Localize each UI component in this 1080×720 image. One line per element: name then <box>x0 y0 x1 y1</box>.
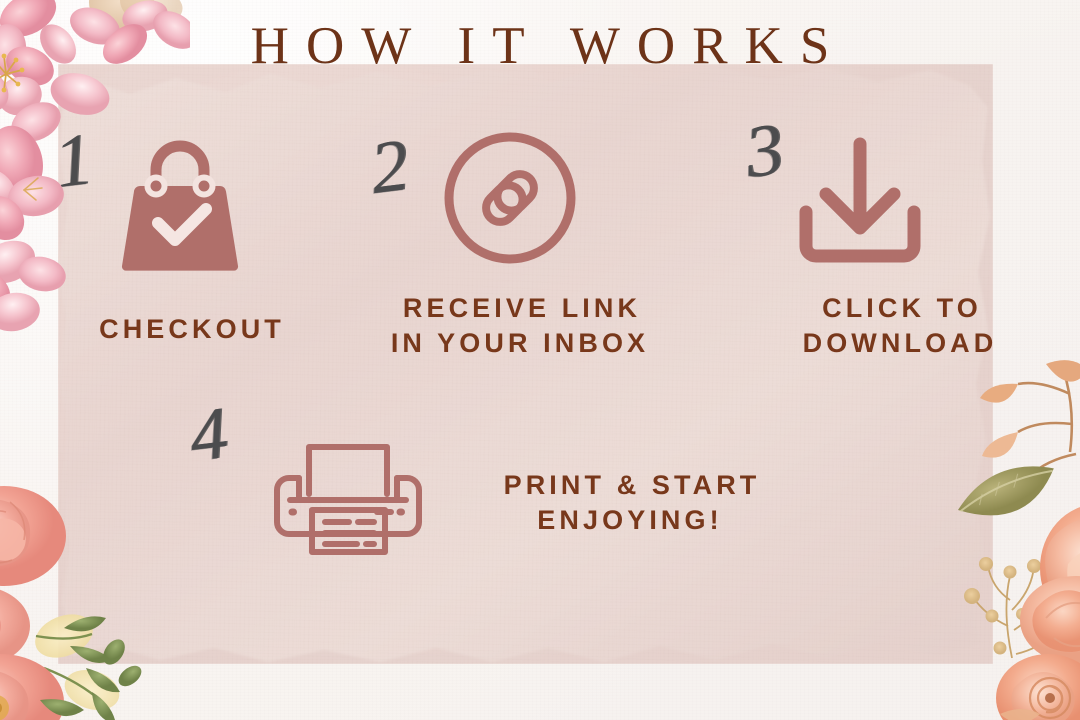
shopping-bag-check-icon <box>121 128 239 273</box>
step-3-label: CLICK TO DOWNLOAD <box>802 293 998 358</box>
how-it-works-graphic: HOW IT WORKS 1 CHECKOUT 2 RECEIVE LINK I… <box>0 0 1080 720</box>
step-4-label: PRINT & START ENJOYING! <box>503 470 761 535</box>
step-1-label: CHECKOUT <box>99 314 285 344</box>
link-circle-icon <box>440 128 580 268</box>
page-title: HOW IT WORKS <box>250 17 847 75</box>
printer-icon <box>272 438 424 558</box>
step-2-label: RECEIVE LINK IN YOUR INBOX <box>390 293 650 358</box>
download-tray-icon <box>799 137 921 268</box>
